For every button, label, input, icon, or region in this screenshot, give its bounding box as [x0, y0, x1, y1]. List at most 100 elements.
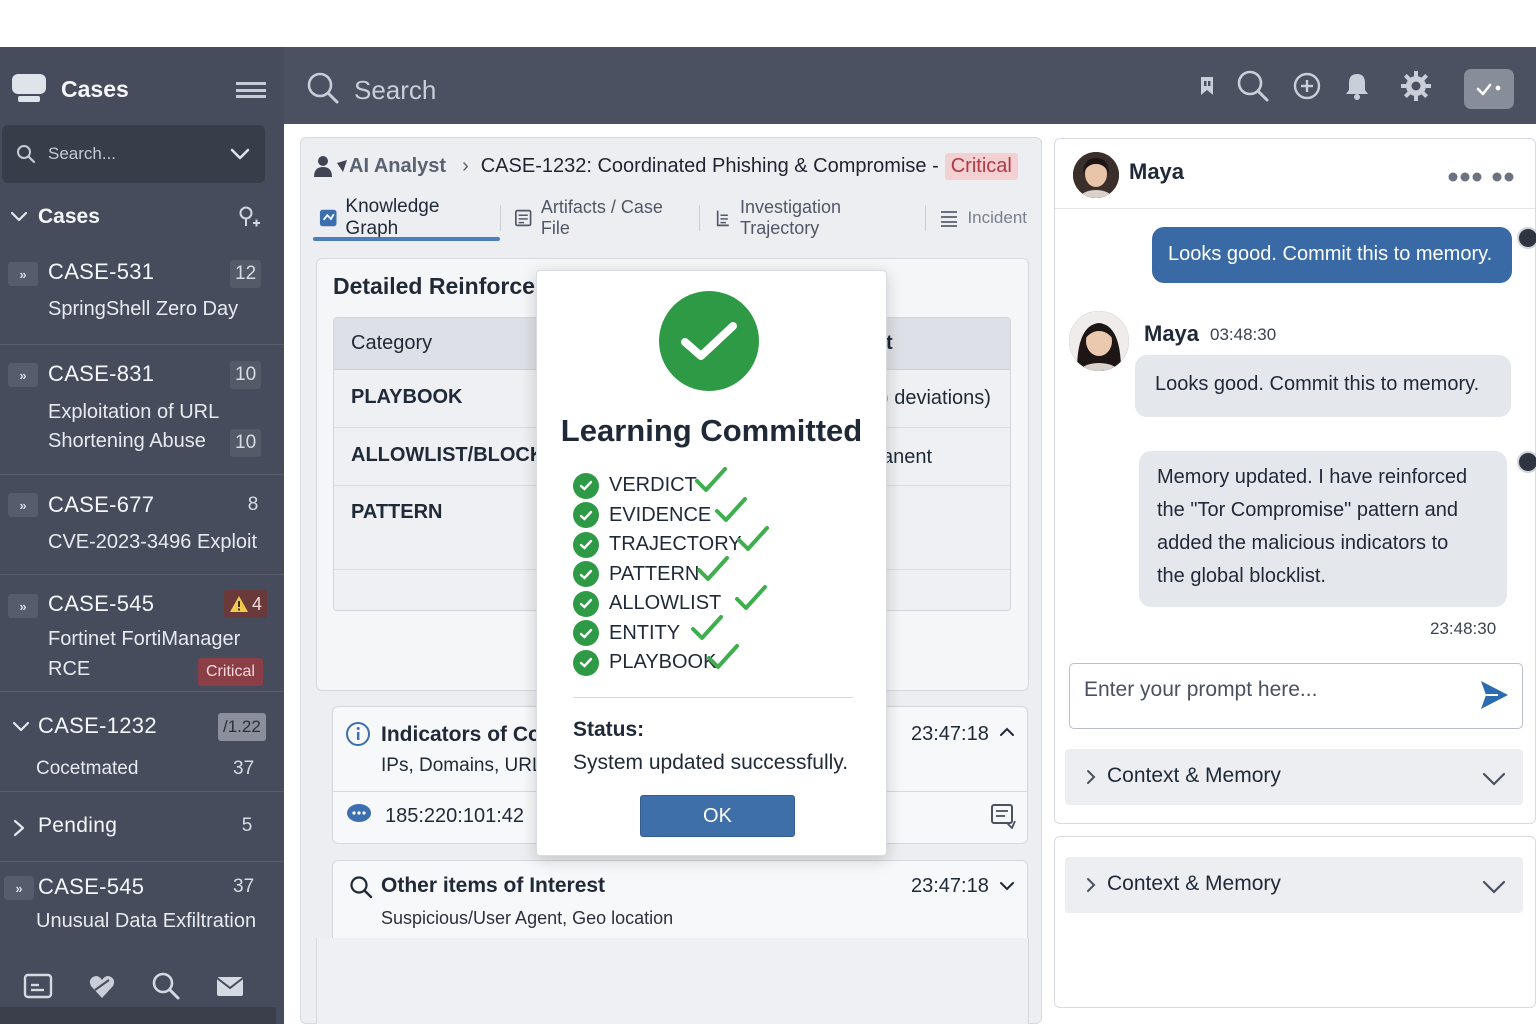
case-title-line-1: Exploitation of URL — [48, 401, 220, 423]
heart-shield-icon[interactable] — [86, 970, 118, 1002]
check-menu-button[interactable] — [1464, 69, 1514, 109]
search-icon[interactable] — [1236, 69, 1270, 103]
row-category: PLAYBOOK — [351, 386, 463, 408]
sidebar-search-placeholder: Search... — [48, 144, 117, 163]
case-id: CASE-531 — [48, 259, 155, 284]
case-warning-badge: 4 — [224, 590, 268, 618]
context-memory-accordion[interactable]: Context & Memory — [1065, 857, 1523, 913]
context-memory-accordion[interactable]: Context & Memory — [1065, 749, 1523, 805]
breadcrumb-analyst[interactable]: AI Analyst — [349, 155, 446, 178]
case-id: CASE-677 — [48, 492, 155, 517]
chevron-right-icon — [1087, 770, 1096, 784]
case-list-item[interactable]: » CASE-545 4 Fortinet FortiManager RCE C… — [0, 575, 284, 692]
prompt-placeholder: Enter your prompt here... — [1084, 678, 1318, 701]
severity-badge: Critical — [198, 658, 263, 686]
global-search-input[interactable]: Search — [354, 75, 436, 106]
chevron-down-icon[interactable] — [225, 139, 255, 169]
other-items-panel[interactable]: Other items of Interest Suspicious/User … — [332, 860, 1028, 944]
chat-user-name: Maya — [1129, 159, 1185, 184]
dialog-title: Learning Committed — [560, 413, 863, 448]
notes-icon[interactable] — [989, 801, 1017, 829]
chevron-down-icon[interactable] — [999, 879, 1015, 893]
secondary-panel: Context & Memory — [1054, 836, 1536, 1008]
tab-label: Artifacts / Case File — [540, 197, 663, 238]
case-list-item[interactable]: » CASE-831 10 Exploitation of URL Shorte… — [0, 345, 284, 475]
committed-item-label: EVIDENCE — [609, 503, 712, 526]
search-icon[interactable] — [306, 71, 340, 105]
case-list-item[interactable]: » CASE-677 8 CVE-2023-3496 Exploit — [0, 475, 284, 575]
tab-knowledge-graph[interactable]: Knowledge Graph — [313, 196, 500, 241]
user-icon — [314, 156, 332, 177]
row-detail: anent — [882, 446, 933, 468]
reinforcement-title: Detailed Reinforcen — [333, 273, 549, 299]
search-icon[interactable] — [150, 970, 182, 1002]
divider — [573, 697, 853, 698]
pending-group[interactable]: Pending 5 — [0, 792, 284, 862]
chevron-up-icon[interactable] — [999, 725, 1015, 739]
row-detail: ) deviations) — [882, 387, 991, 409]
avatar[interactable] — [1073, 152, 1119, 198]
case-list-item[interactable]: » CASE-545 37 Unusual Data Exfiltration — [0, 862, 284, 952]
case-title: CVE-2023-3496 Exploit — [48, 531, 258, 553]
committed-items-list: VERDICT EVIDENCE TRAJECTORY PATTERN ALLO… — [573, 467, 769, 678]
bell-icon[interactable] — [1340, 69, 1374, 103]
card-icon[interactable] — [22, 970, 54, 1002]
case-title-line-2: RCE — [48, 658, 91, 680]
message-text-line: the global blocklist. — [1157, 565, 1326, 587]
case-id: CASE-1232 — [38, 713, 157, 738]
other-items-time: 23:47:18 — [911, 875, 989, 897]
row-category: PATTERN — [351, 501, 443, 523]
tab-divider — [924, 205, 926, 231]
sidebar-search[interactable]: Search... — [2, 125, 265, 183]
add-circle-icon[interactable] — [1290, 69, 1324, 103]
message-text: Looks good. Commit this to memory. — [1168, 243, 1493, 265]
accordion-label: Context & Memory — [1107, 764, 1281, 787]
accordion-label: Context & Memory — [1107, 872, 1281, 895]
add-location-pin-icon[interactable] — [236, 204, 262, 230]
check-mark-icon — [715, 496, 747, 522]
more-options-icon[interactable] — [1447, 171, 1517, 183]
info-icon — [346, 722, 370, 746]
tab-label: Incident — [967, 208, 1027, 227]
mail-icon[interactable] — [214, 970, 246, 1002]
ok-button[interactable]: OK — [640, 795, 795, 837]
prompt-input[interactable]: Enter your prompt here... — [1069, 663, 1523, 729]
chevron-down-icon — [10, 211, 28, 222]
other-items-subtitle: Suspicious/User Agent, Geo location — [381, 908, 674, 928]
tab-artifacts[interactable]: Artifacts / Case File — [508, 196, 698, 240]
check-mark-icon — [737, 526, 769, 551]
case-list-item[interactable]: » CASE-531 12 SpringShell Zero Day — [0, 245, 284, 345]
document-icon — [515, 209, 532, 227]
indicator-ip[interactable]: 185:220:101:42 — [385, 805, 524, 828]
avatar — [1517, 227, 1536, 249]
chat-message-incoming: Looks good. Commit this to memory. — [1135, 355, 1511, 417]
avatar[interactable] — [1069, 311, 1129, 371]
tab-incident[interactable]: Incident — [933, 196, 1041, 240]
case-link-icon: » — [8, 363, 38, 387]
check-circle-icon — [573, 649, 599, 676]
warning-icon — [230, 596, 248, 612]
committed-item: PATTERN — [573, 555, 742, 590]
send-icon[interactable] — [1478, 678, 1510, 712]
tab-investigation-trajectory[interactable]: Investigation Trajectory — [708, 196, 925, 240]
check-circle-icon — [573, 561, 599, 588]
gear-icon[interactable] — [1399, 69, 1433, 103]
hamburger-menu-icon[interactable] — [236, 82, 266, 98]
chat-bubble-icon — [347, 804, 371, 822]
success-check-icon — [659, 291, 759, 391]
case-list-item-expanded[interactable]: CASE-1232 /1.22 Cocetmated 37 — [0, 692, 284, 792]
other-items-title: Other items of Interest — [381, 874, 606, 897]
check-mark-icon — [691, 614, 723, 640]
bookmark-icon[interactable] — [1190, 69, 1224, 103]
message-text-line: the "Tor Compromise" pattern and — [1157, 499, 1459, 521]
committed-item-label: VERDICT — [609, 474, 697, 497]
sidebar-brand[interactable]: Cases — [12, 69, 129, 109]
pending-label: Pending — [38, 814, 118, 837]
committed-item-label: PATTERN — [609, 562, 700, 585]
case-warning-count: 4 — [252, 593, 263, 614]
section-cases-header[interactable]: Cases — [10, 200, 100, 234]
check-menu-icon — [1476, 83, 1501, 96]
indicators-subtitle: IPs, Domains, URL — [381, 755, 543, 776]
chat-panel: Maya Looks good. Commit this to memory. … — [1054, 138, 1536, 824]
avatar — [1517, 451, 1536, 473]
